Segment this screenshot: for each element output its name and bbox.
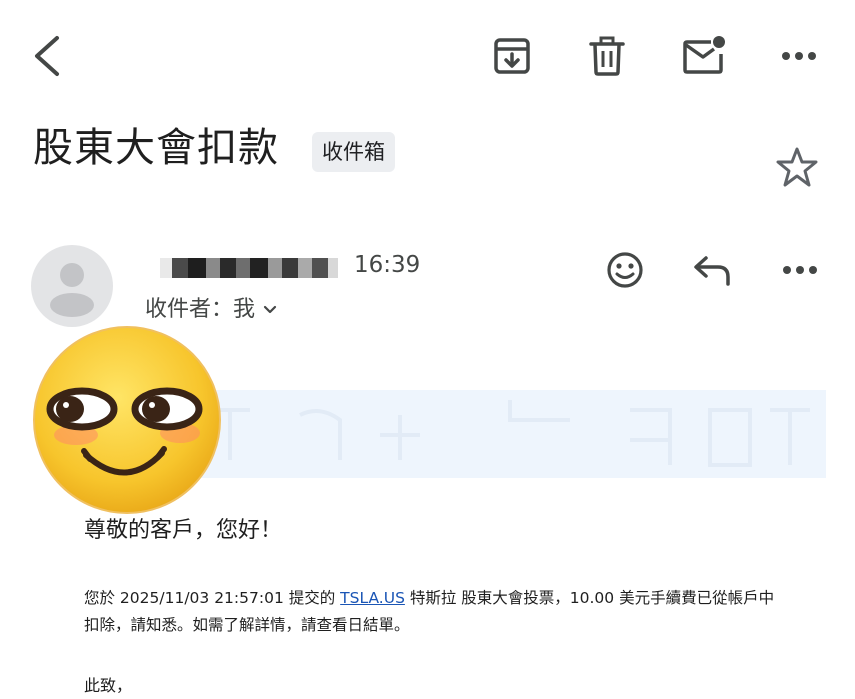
add-reaction-button[interactable]: [600, 245, 650, 295]
email-greeting: 尊敬的客戶，您好！: [84, 518, 283, 543]
mark-unread-icon: [683, 36, 725, 74]
more-horizontal-icon: [782, 52, 816, 60]
reply-icon: [694, 256, 730, 286]
recipient-label: 收件者：我: [145, 297, 256, 322]
more-options-button[interactable]: [775, 32, 823, 80]
arrow-back-icon: [35, 36, 59, 76]
email-time: 16:39: [354, 252, 421, 278]
trash-icon: [589, 36, 625, 76]
mark-unread-button[interactable]: [678, 30, 730, 80]
email-body-paragraph: 您於 2025/11/03 21:57:01 提交的 TSLA.US 特斯拉 股…: [84, 585, 784, 639]
archive-button[interactable]: [488, 32, 536, 80]
sender-avatar[interactable]: [31, 245, 113, 327]
person-icon: [50, 263, 94, 317]
reply-button[interactable]: [688, 245, 738, 295]
ticker-link[interactable]: TSLA.US: [340, 589, 405, 607]
recipient-details-toggle[interactable]: 收件者：我: [145, 295, 277, 325]
email-closing: 此致，: [84, 676, 133, 695]
email-header-banner: [150, 390, 826, 478]
star-button[interactable]: [770, 140, 824, 194]
archive-icon: [494, 38, 530, 74]
message-more-button[interactable]: [775, 245, 825, 295]
delete-button[interactable]: [583, 32, 631, 80]
chevron-down-icon: [263, 305, 277, 315]
email-subject: 股東大會扣款: [33, 125, 279, 171]
smirk-emoji-sticker: [30, 323, 224, 517]
more-horizontal-icon: [783, 266, 817, 274]
inbox-label-chip[interactable]: 收件箱: [312, 132, 395, 172]
star-outline-icon: [776, 147, 818, 187]
sender-name-redacted: [160, 258, 338, 278]
body-text: 您於 2025/11/03 21:57:01 提交的: [84, 589, 341, 607]
back-button[interactable]: [22, 30, 70, 82]
smiley-icon: [607, 252, 643, 288]
